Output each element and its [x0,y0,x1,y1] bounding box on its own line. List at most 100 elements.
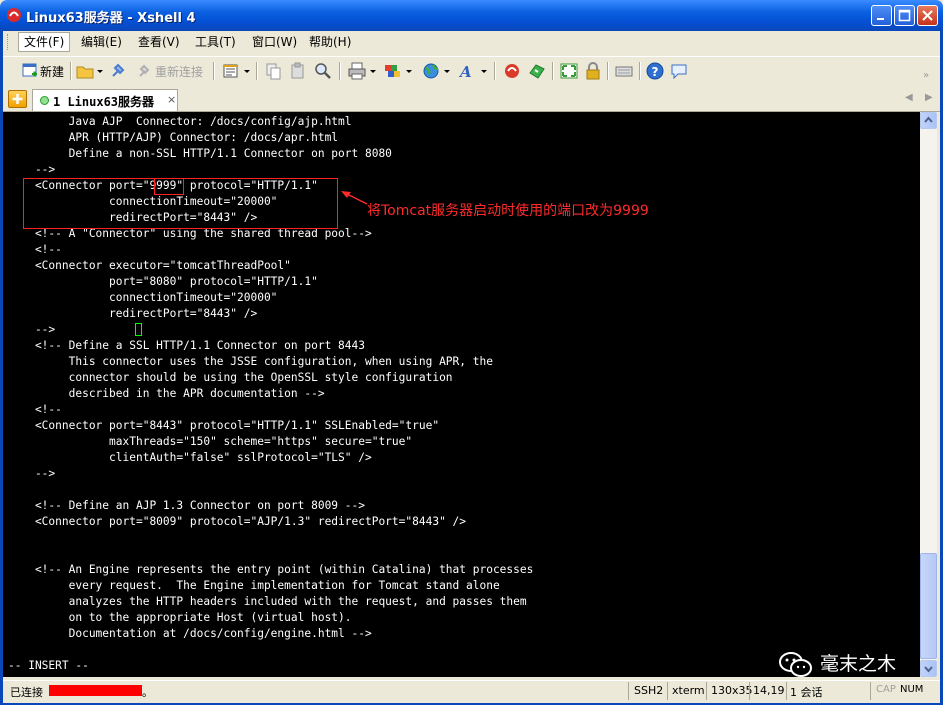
toolbar-separator [256,62,258,80]
menu-view[interactable]: 查看(V) [133,33,185,51]
fullscreen-icon[interactable] [559,61,579,81]
terminal-line: Define a non-SSL HTTP/1.1 Connector on p… [8,147,392,160]
toolbar-separator [213,62,215,80]
menu-help[interactable]: 帮助(H) [304,33,356,51]
copy-icon[interactable] [265,61,283,81]
terminal-line: <Connector port="8443" protocol="HTTP/1.… [8,419,440,432]
tab-scroll-left-icon[interactable]: ◀ [905,92,913,103]
connect-icon[interactable] [110,61,128,81]
properties-icon[interactable] [222,61,240,81]
reconnect-button-label: 重新连接 [155,65,204,79]
annotation-arrow-icon [341,191,368,205]
terminal-line: port="8080" protocol="HTTP/1.1" [8,275,318,288]
chevron-up-icon [924,116,933,123]
new-tab-button[interactable] [8,90,27,108]
chevron-down-icon[interactable] [481,70,487,73]
terminal-line: every request. The Engine implementation… [8,579,500,592]
terminal-line: <Connector executor="tomcatThreadPool" [8,259,291,272]
chevron-down-icon [924,666,933,673]
chat-icon[interactable] [669,61,689,81]
toolbar-separator [639,62,641,80]
svg-text:?: ? [652,65,659,79]
chevron-down-icon[interactable] [406,70,412,73]
status-terminal-size: 130x35 [711,684,753,697]
minimize-button[interactable] [871,5,892,26]
terminal-line: connector should be using the OpenSSL st… [8,371,453,384]
tab-close-icon[interactable]: × [167,93,176,106]
status-cursor-position: 14,19 [753,684,785,697]
maximize-icon [898,9,911,22]
terminal-line: APR (HTTP/AJP) Connector: /docs/apr.html [8,131,339,144]
status-divider [667,682,668,700]
status-divider [706,682,707,700]
insert-mode-indicator: -- INSERT -- [8,659,89,672]
status-protocol: SSH2 [634,684,664,697]
tab-scroll-right-icon[interactable]: ▶ [925,92,933,103]
terminal-line: <!-- [8,243,62,256]
chevron-down-icon[interactable] [97,70,103,73]
chevron-down-icon[interactable] [444,70,450,73]
open-folder-icon[interactable] [76,61,94,81]
transfer-icon[interactable] [527,61,547,81]
watermark-text: 毫末之木 [820,653,897,675]
menu-window[interactable]: 窗口(W) [247,33,302,51]
find-icon[interactable] [313,61,333,81]
status-terminal-type: xterm [672,684,705,697]
menu-tools[interactable]: 工具(T) [190,33,241,51]
status-divider [749,682,750,700]
keyboard-icon[interactable] [614,61,634,81]
terminal-line: analyzes the HTTP headers included with … [8,595,527,608]
terminal-line: --> [8,163,56,176]
status-caps-lock: CAP [876,684,896,695]
xshell-app-icon[interactable] [6,7,22,23]
maximize-button[interactable] [894,5,915,26]
scroll-thumb[interactable] [920,553,937,659]
globe-icon[interactable] [421,61,441,81]
toolbar-separator [607,62,609,80]
new-session-icon[interactable] [21,61,39,81]
chevron-down-icon[interactable] [244,70,250,73]
status-divider [786,682,787,700]
paste-icon[interactable] [289,61,307,81]
menu-edit[interactable]: 编辑(E) [76,33,127,51]
color-scheme-icon[interactable] [383,61,403,81]
terminal-line: <Connector port="8009" protocol="AJP/1.3… [8,515,467,528]
connection-status-suffix: 。 [142,686,153,699]
status-num-lock: NUM [900,684,924,695]
tab-linux63[interactable]: 1 Linux63服务器 × [32,89,178,111]
terminal-line: connectionTimeout="20000" [8,291,278,304]
add-icon [12,94,23,104]
help-icon[interactable]: ? [645,61,665,81]
menu-grip [7,34,11,50]
toolbar-separator [70,62,72,80]
close-button[interactable] [917,5,938,26]
print-icon[interactable] [347,61,367,81]
status-divider [628,682,629,700]
reconnect-icon [139,64,150,77]
menu-file[interactable]: 文件(F) [18,32,71,52]
font-icon[interactable]: A [457,61,477,81]
terminal-line: --> [8,323,56,336]
toolbar-separator [552,62,554,80]
svg-text:A: A [458,63,472,81]
toolbar-separator [494,62,496,80]
scroll-up-button[interactable] [920,112,937,129]
terminal-line: redirectPort="8443" /> [8,307,258,320]
chevron-down-icon[interactable] [370,70,376,73]
toolbar-overflow-icon[interactable]: » [923,70,929,81]
terminal-line: Documentation at /docs/config/engine.htm… [8,627,372,640]
text-cursor [135,323,142,336]
lock-icon[interactable] [584,61,602,81]
toolbar-separator [339,62,341,80]
new-button-label[interactable]: 新建 [40,63,64,80]
terminal-line: <!-- Define an AJP 1.3 Connector on port… [8,499,365,512]
terminal-line: clientAuth="false" sslProtocol="TLS" /> [8,451,372,464]
connection-status: 已连接 [10,686,43,699]
status-divider [870,682,871,700]
scroll-down-button[interactable] [920,660,937,677]
close-icon [922,10,933,21]
terminal-line: maxThreads="150" scheme="https" secure="… [8,435,413,448]
xftp-icon[interactable] [502,61,522,81]
terminal-area[interactable]: Java AJP Connector: /docs/config/ajp.htm… [3,112,920,677]
wechat-icon [779,652,812,677]
